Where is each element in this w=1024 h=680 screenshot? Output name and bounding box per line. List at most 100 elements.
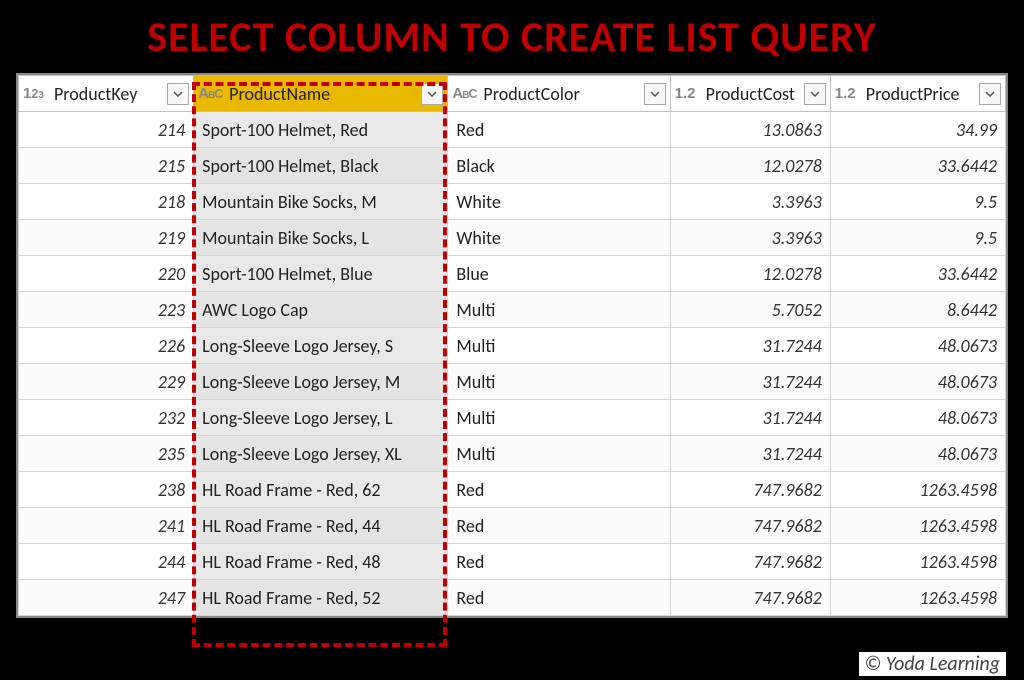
table-row[interactable]: 232Long-Sleeve Logo Jersey, LMulti31.724…	[19, 400, 1006, 436]
cell-productname[interactable]: Long-Sleeve Logo Jersey, L	[194, 400, 448, 436]
cell-productprice[interactable]: 1263.4598	[830, 544, 1005, 580]
cell-productcost[interactable]: 31.7244	[670, 328, 830, 364]
cell-productname[interactable]: Sport-100 Helmet, Blue	[194, 256, 448, 292]
cell-productcost[interactable]: 3.3963	[670, 220, 830, 256]
cell-productkey[interactable]: 235	[19, 436, 194, 472]
cell-productcolor[interactable]: White	[448, 220, 670, 256]
table-row[interactable]: 247HL Road Frame - Red, 52Red747.9682126…	[19, 580, 1006, 616]
column-header-productname[interactable]: ABCProductName	[194, 76, 448, 112]
cell-productcost[interactable]: 747.9682	[670, 544, 830, 580]
int-type-icon: 123	[23, 85, 49, 102]
cell-productcost[interactable]: 13.0863	[670, 112, 830, 148]
cell-productcolor[interactable]: Black	[448, 148, 670, 184]
cell-productcost[interactable]: 747.9682	[670, 508, 830, 544]
cell-productcost[interactable]: 5.7052	[670, 292, 830, 328]
cell-productcolor[interactable]: Multi	[448, 436, 670, 472]
cell-productname[interactable]: Mountain Bike Socks, M	[194, 184, 448, 220]
column-filter-button[interactable]	[804, 83, 826, 105]
table-row[interactable]: 226Long-Sleeve Logo Jersey, SMulti31.724…	[19, 328, 1006, 364]
text-type-icon: ABC	[452, 85, 478, 102]
table-row[interactable]: 219Mountain Bike Socks, LWhite3.39639.5	[19, 220, 1006, 256]
table-row[interactable]: 220Sport-100 Helmet, BlueBlue12.027833.6…	[19, 256, 1006, 292]
cell-productname[interactable]: HL Road Frame - Red, 44	[194, 508, 448, 544]
column-label: ProductKey	[54, 83, 162, 105]
cell-productcolor[interactable]: Multi	[448, 328, 670, 364]
column-filter-button[interactable]	[979, 83, 1001, 105]
cell-productkey[interactable]: 229	[19, 364, 194, 400]
cell-productname[interactable]: Sport-100 Helmet, Black	[194, 148, 448, 184]
cell-productname[interactable]: HL Road Frame - Red, 48	[194, 544, 448, 580]
cell-productkey[interactable]: 218	[19, 184, 194, 220]
cell-productprice[interactable]: 48.0673	[830, 436, 1005, 472]
cell-productcolor[interactable]: Red	[448, 508, 670, 544]
cell-productprice[interactable]: 8.6442	[830, 292, 1005, 328]
column-filter-button[interactable]	[421, 83, 443, 105]
table-row[interactable]: 215Sport-100 Helmet, BlackBlack12.027833…	[19, 148, 1006, 184]
column-header-productkey[interactable]: 123 ProductKey	[19, 76, 194, 112]
cell-productprice[interactable]: 33.6442	[830, 256, 1005, 292]
cell-productname[interactable]: Mountain Bike Socks, L	[194, 220, 448, 256]
cell-productcolor[interactable]: Red	[448, 112, 670, 148]
cell-productkey[interactable]: 247	[19, 580, 194, 616]
cell-productcolor[interactable]: Blue	[448, 256, 670, 292]
column-header-productprice[interactable]: 1.2ProductPrice	[830, 76, 1005, 112]
cell-productcolor[interactable]: White	[448, 184, 670, 220]
cell-productprice[interactable]: 48.0673	[830, 400, 1005, 436]
table-row[interactable]: 229Long-Sleeve Logo Jersey, MMulti31.724…	[19, 364, 1006, 400]
cell-productcolor[interactable]: Multi	[448, 292, 670, 328]
text-type-icon: ABC	[198, 85, 224, 102]
table-row[interactable]: 241HL Road Frame - Red, 44Red747.9682126…	[19, 508, 1006, 544]
cell-productcost[interactable]: 31.7244	[670, 436, 830, 472]
cell-productkey[interactable]: 215	[19, 148, 194, 184]
cell-productprice[interactable]: 1263.4598	[830, 508, 1005, 544]
cell-productprice[interactable]: 33.6442	[830, 148, 1005, 184]
table-row[interactable]: 238HL Road Frame - Red, 62Red747.9682126…	[19, 472, 1006, 508]
column-header-productcolor[interactable]: ABC ProductColor	[448, 76, 670, 112]
cell-productkey[interactable]: 244	[19, 544, 194, 580]
column-filter-button[interactable]	[644, 83, 666, 105]
cell-productprice[interactable]: 48.0673	[830, 328, 1005, 364]
cell-productname[interactable]: HL Road Frame - Red, 62	[194, 472, 448, 508]
cell-productcost[interactable]: 31.7244	[670, 364, 830, 400]
table-row[interactable]: 235Long-Sleeve Logo Jersey, XLMulti31.72…	[19, 436, 1006, 472]
cell-productname[interactable]: Long-Sleeve Logo Jersey, XL	[194, 436, 448, 472]
cell-productname[interactable]: Sport-100 Helmet, Red	[194, 112, 448, 148]
column-header-productcost[interactable]: 1.2ProductCost	[670, 76, 830, 112]
cell-productkey[interactable]: 232	[19, 400, 194, 436]
cell-productcost[interactable]: 12.0278	[670, 148, 830, 184]
cell-productcolor[interactable]: Red	[448, 472, 670, 508]
table-row[interactable]: 218Mountain Bike Socks, MWhite3.39639.5	[19, 184, 1006, 220]
table-row[interactable]: 214Sport-100 Helmet, RedRed13.086334.99	[19, 112, 1006, 148]
table-row[interactable]: 244HL Road Frame - Red, 48Red747.9682126…	[19, 544, 1006, 580]
column-filter-button[interactable]	[167, 83, 189, 105]
cell-productcolor[interactable]: Red	[448, 544, 670, 580]
cell-productkey[interactable]: 238	[19, 472, 194, 508]
cell-productprice[interactable]: 48.0673	[830, 364, 1005, 400]
cell-productname[interactable]: AWC Logo Cap	[194, 292, 448, 328]
table-row[interactable]: 223AWC Logo CapMulti5.70528.6442	[19, 292, 1006, 328]
cell-productkey[interactable]: 214	[19, 112, 194, 148]
cell-productcost[interactable]: 3.3963	[670, 184, 830, 220]
column-label: ProductColor	[483, 83, 638, 105]
cell-productcolor[interactable]: Multi	[448, 364, 670, 400]
cell-productprice[interactable]: 34.99	[830, 112, 1005, 148]
cell-productprice[interactable]: 1263.4598	[830, 472, 1005, 508]
cell-productname[interactable]: Long-Sleeve Logo Jersey, M	[194, 364, 448, 400]
cell-productprice[interactable]: 9.5	[830, 184, 1005, 220]
cell-productname[interactable]: HL Road Frame - Red, 52	[194, 580, 448, 616]
cell-productname[interactable]: Long-Sleeve Logo Jersey, S	[194, 328, 448, 364]
cell-productcost[interactable]: 747.9682	[670, 580, 830, 616]
data-grid: 123 ProductKey ABCProductNameABC ProductCol…	[16, 73, 1008, 618]
cell-productkey[interactable]: 219	[19, 220, 194, 256]
cell-productkey[interactable]: 226	[19, 328, 194, 364]
cell-productkey[interactable]: 223	[19, 292, 194, 328]
cell-productkey[interactable]: 241	[19, 508, 194, 544]
cell-productcolor[interactable]: Red	[448, 580, 670, 616]
cell-productcolor[interactable]: Multi	[448, 400, 670, 436]
cell-productcost[interactable]: 747.9682	[670, 472, 830, 508]
cell-productprice[interactable]: 1263.4598	[830, 580, 1005, 616]
cell-productkey[interactable]: 220	[19, 256, 194, 292]
cell-productprice[interactable]: 9.5	[830, 220, 1005, 256]
cell-productcost[interactable]: 31.7244	[670, 400, 830, 436]
cell-productcost[interactable]: 12.0278	[670, 256, 830, 292]
